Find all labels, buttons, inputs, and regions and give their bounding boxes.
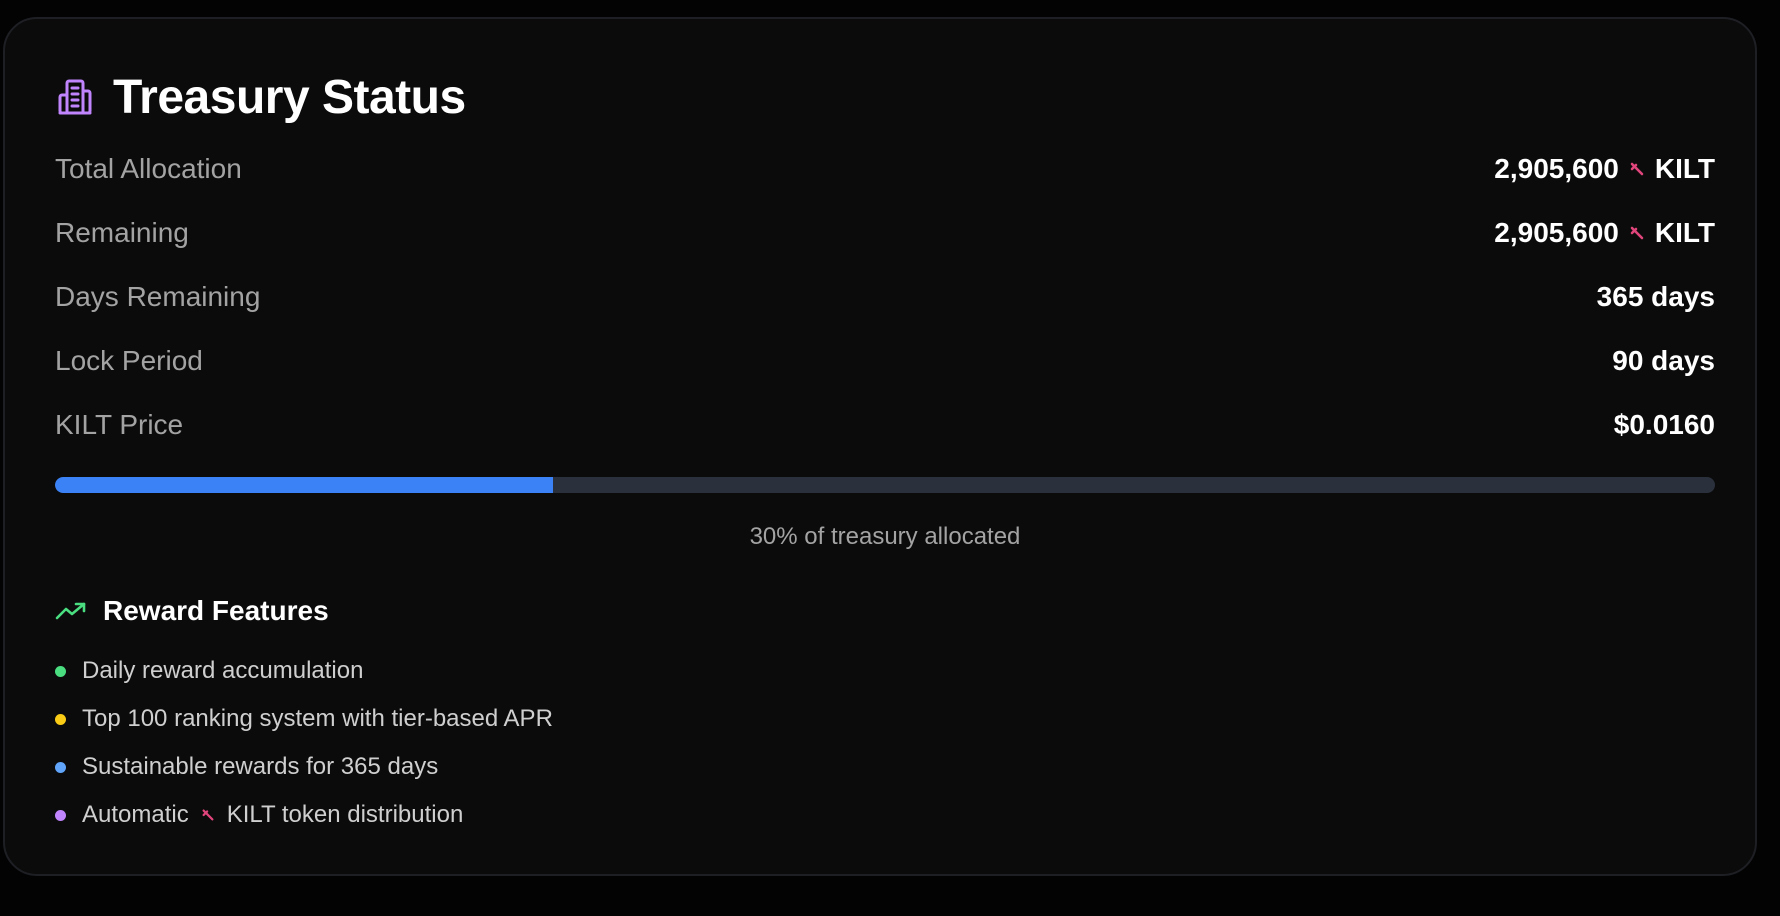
stat-value: 2,905,600 KILT xyxy=(1494,217,1715,249)
bullet-dot xyxy=(55,809,66,821)
stat-value: 365 days xyxy=(1596,281,1715,312)
bullet-dot xyxy=(55,713,66,725)
progress-caption: 30% of treasury allocated xyxy=(749,523,1021,550)
feature-item: Top 100 ranking system with tier-based A… xyxy=(55,702,553,736)
bullet-dot xyxy=(55,665,66,677)
feature-text: Daily reward accumulation xyxy=(82,657,364,684)
page-title: Treasury Status xyxy=(113,70,466,124)
bullet-dot xyxy=(55,761,66,773)
trending-up-icon xyxy=(55,602,86,620)
stat-label: Lock Period xyxy=(55,345,203,376)
stat-value: 2,905,600 KILT xyxy=(1494,153,1715,185)
feature-text: Automatic KILT token distribution xyxy=(82,801,463,829)
stat-amount: 2,905,600 xyxy=(1494,217,1619,248)
stat-value: 90 days xyxy=(1612,345,1715,376)
feature-text-after: KILT token distribution xyxy=(226,801,464,828)
stat-row-kilt-price: KILT Price $0.0160 xyxy=(55,402,1715,448)
stat-label: KILT Price xyxy=(55,409,184,440)
reward-features-title: Reward Features xyxy=(103,595,329,626)
stat-value: $0.0160 xyxy=(1613,409,1715,440)
building-icon xyxy=(58,79,92,115)
feature-text-before: Automatic xyxy=(82,801,189,828)
reward-features-header: Reward Features xyxy=(55,591,329,631)
kilt-token-icon xyxy=(1630,226,1644,240)
feature-text: Sustainable rewards for 365 days xyxy=(82,753,439,780)
stat-label: Total Allocation xyxy=(55,153,242,184)
feature-item: Automatic KILT token distribution xyxy=(55,798,463,832)
kilt-token-icon xyxy=(202,809,214,821)
stat-label: Remaining xyxy=(55,217,189,248)
feature-text: Top 100 ranking system with tier-based A… xyxy=(82,705,553,732)
stat-unit: KILT xyxy=(1654,153,1715,184)
treasury-progress-fill xyxy=(55,477,553,493)
card-header: Treasury Status xyxy=(55,65,466,129)
stat-label: Days Remaining xyxy=(55,281,261,312)
kilt-token-icon xyxy=(1630,162,1644,176)
feature-item: Daily reward accumulation xyxy=(55,654,363,688)
treasury-status-card: Treasury Status Total Allocation 2,905,6… xyxy=(3,17,1757,876)
stat-unit: KILT xyxy=(1654,217,1715,248)
treasury-progress-bar xyxy=(55,477,1715,493)
stat-row-days-remaining: Days Remaining 365 days xyxy=(55,274,1715,320)
feature-item: Sustainable rewards for 365 days xyxy=(55,750,438,784)
stat-amount: 2,905,600 xyxy=(1494,153,1619,184)
stat-row-total-allocation: Total Allocation 2,905,600 KILT xyxy=(55,146,1715,192)
stat-row-remaining: Remaining 2,905,600 KILT xyxy=(55,210,1715,256)
stat-row-lock-period: Lock Period 90 days xyxy=(55,338,1715,384)
